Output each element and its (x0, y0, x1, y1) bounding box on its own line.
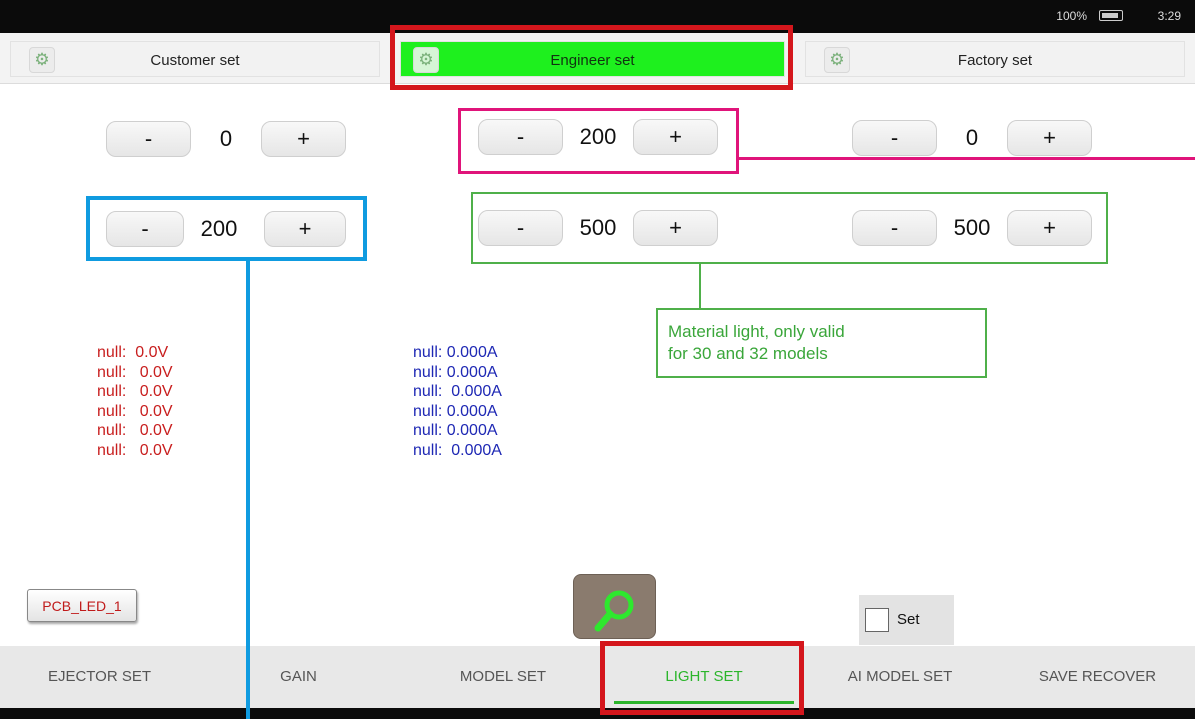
battery-percentage: 100% (1056, 9, 1087, 23)
increment-button[interactable]: + (261, 121, 346, 157)
tab-label: Customer set (150, 52, 240, 69)
current-row: null: 0.000A (413, 363, 498, 381)
set-checkbox-label: Set (897, 611, 920, 628)
factory-stepper-1: - 0 + (852, 120, 1092, 156)
stepper-value: 0 (965, 125, 979, 150)
tab-label: Factory set (957, 52, 1033, 69)
set-checkbox-group: Set (859, 595, 954, 645)
voltage-row: null: 0.0V (97, 344, 169, 361)
annotation-highlight-engineer-tab (390, 25, 793, 90)
nav-model-set[interactable]: MODEL SET (398, 646, 608, 708)
annotation-connector-line (246, 258, 250, 719)
voltage-row: null: 0.0V (97, 383, 173, 401)
battery-icon (1099, 10, 1123, 21)
annotation-highlight-engineer-stepper (458, 108, 739, 174)
search-button[interactable] (573, 574, 656, 639)
annotation-highlight-light-set (600, 641, 804, 715)
system-bottom-bar (0, 708, 1195, 719)
customer-stepper-1: - 0 + (106, 121, 346, 157)
annotation-note: Material light, only valid for 30 and 32… (656, 308, 987, 378)
pcb-led-button[interactable]: PCB_LED_1 (27, 589, 137, 622)
annotation-note-line: Material light, only valid (668, 322, 845, 341)
nav-save-recover[interactable]: SAVE RECOVER (1000, 646, 1195, 708)
voltage-row: null: 0.0V (97, 363, 173, 381)
current-row: null: 0.000A (413, 344, 498, 361)
annotation-connector-line (737, 157, 1195, 160)
decrement-button[interactable]: - (106, 121, 191, 157)
annotation-note-line: for 30 and 32 models (668, 344, 828, 363)
clock: 3:29 (1157, 9, 1181, 23)
nav-ai-model-set[interactable]: AI MODEL SET (800, 646, 1000, 708)
tab-customer-set[interactable]: ⚙ Customer set (10, 41, 380, 77)
voltage-row: null: 0.0V (97, 441, 173, 459)
tab-factory-set[interactable]: ⚙ Factory set (805, 41, 1185, 77)
bottom-nav: EJECTOR SET GAIN MODEL SET LIGHT SET AI … (0, 646, 1195, 708)
current-readouts: null: 0.000A null: 0.000A null: 0.000A n… (413, 343, 502, 461)
increment-button[interactable]: + (1007, 120, 1092, 156)
annotation-connector-line (699, 263, 701, 309)
nav-ejector-set[interactable]: EJECTOR SET (0, 646, 199, 708)
voltage-row: null: 0.0V (97, 402, 173, 420)
annotation-highlight-material-light (471, 192, 1108, 264)
voltage-readouts: null: 0.0V null: 0.0V null: 0.0V null: 0… (97, 343, 173, 461)
decrement-button[interactable]: - (852, 120, 937, 156)
current-row: null: 0.000A (413, 422, 498, 440)
nav-gain[interactable]: GAIN (199, 646, 398, 708)
current-row: null: 0.000A (413, 441, 502, 459)
annotation-highlight-customer-stepper (86, 196, 367, 261)
set-checkbox[interactable] (865, 608, 889, 632)
current-row: null: 0.000A (413, 402, 498, 420)
search-icon (594, 590, 634, 632)
stepper-value: 0 (219, 126, 233, 151)
current-row: null: 0.000A (413, 383, 502, 401)
voltage-row: null: 0.0V (97, 422, 173, 440)
